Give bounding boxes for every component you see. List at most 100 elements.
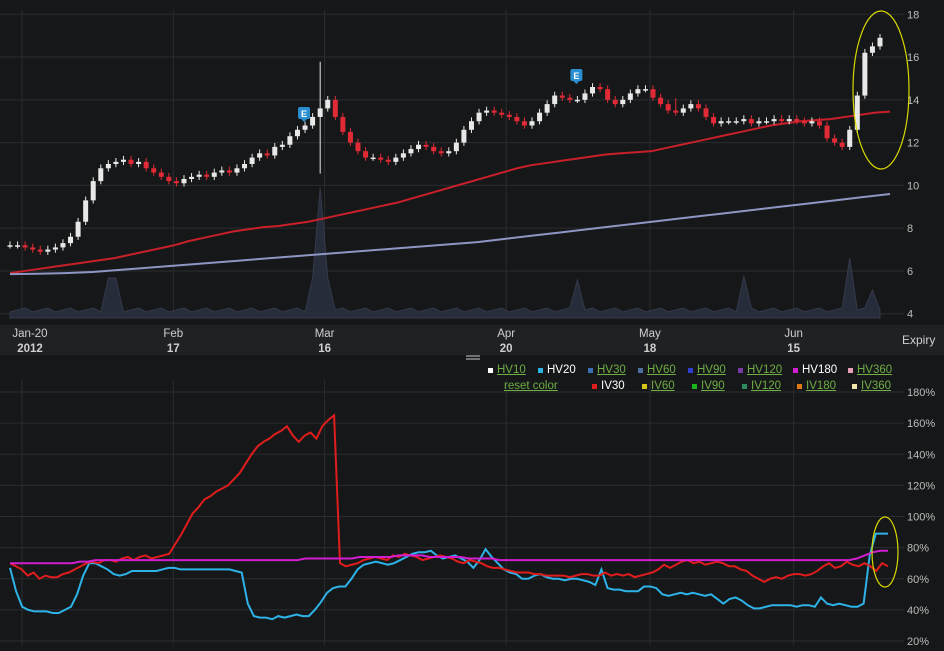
vol-y-tick-label: 140% bbox=[907, 449, 935, 461]
candle-body bbox=[786, 119, 792, 122]
candle-body bbox=[809, 121, 815, 124]
candle-body bbox=[7, 245, 13, 247]
candle-body bbox=[665, 104, 671, 111]
candle-body bbox=[590, 87, 596, 94]
x-tick-label: Jan-20 bbox=[12, 328, 47, 340]
legend-swatch bbox=[592, 384, 597, 389]
candle-body bbox=[68, 236, 74, 244]
vol-y-tick-label: 40% bbox=[907, 605, 929, 617]
x-tick-sublabel: 2012 bbox=[17, 343, 43, 355]
candle-body bbox=[537, 112, 543, 122]
legend-item-iv90[interactable]: IV90 bbox=[692, 378, 742, 394]
legend-item-hv20[interactable]: HV20 bbox=[538, 362, 588, 378]
legend-item-hv90[interactable]: HV90 bbox=[688, 362, 738, 378]
legend-item-iv360[interactable]: IV360 bbox=[852, 378, 902, 394]
candle-body bbox=[204, 174, 210, 177]
legend-item-hv30[interactable]: HV30 bbox=[588, 362, 638, 378]
legend-item-hv120[interactable]: HV120 bbox=[738, 362, 793, 378]
candle-body bbox=[196, 174, 202, 177]
reset-color-link[interactable]: reset color bbox=[504, 378, 558, 394]
candle-body bbox=[748, 119, 754, 124]
candle-body bbox=[249, 157, 255, 164]
legend-label: HV30 bbox=[597, 364, 626, 376]
candle-body bbox=[491, 110, 497, 113]
candle-body bbox=[257, 153, 263, 158]
x-tick-sublabel: 18 bbox=[644, 343, 657, 355]
x-tick-sublabel: 20 bbox=[500, 343, 513, 355]
legend-label: IV360 bbox=[861, 380, 892, 392]
candle-body bbox=[627, 93, 633, 100]
candle-body bbox=[529, 121, 535, 126]
vol-y-tick-label: 100% bbox=[907, 512, 935, 524]
price-y-tick-label: 16 bbox=[907, 52, 919, 64]
candle-body bbox=[771, 119, 777, 122]
legend-swatch bbox=[848, 368, 853, 373]
candle-body bbox=[347, 131, 353, 143]
price-y-tick-label: 12 bbox=[907, 138, 919, 150]
candle-body bbox=[869, 46, 875, 53]
x-tick-label: May bbox=[639, 328, 661, 340]
candle-body bbox=[847, 129, 853, 147]
legend-swatch bbox=[692, 384, 697, 389]
candle-body bbox=[22, 245, 28, 248]
vol-y-tick-label: 80% bbox=[907, 543, 929, 555]
legend-item-hv10[interactable]: HV10 bbox=[488, 362, 538, 378]
candle-body bbox=[166, 176, 172, 182]
legend-item-hv180[interactable]: HV180 bbox=[793, 362, 848, 378]
candle-body bbox=[60, 243, 66, 248]
legend-item-iv30[interactable]: IV30 bbox=[592, 378, 642, 394]
candle-body bbox=[45, 249, 51, 252]
x-tick-label: Apr bbox=[497, 328, 515, 340]
legend-swatch bbox=[588, 368, 593, 373]
candle-body bbox=[431, 146, 437, 152]
candle-body bbox=[211, 172, 217, 177]
candle-body bbox=[181, 178, 187, 184]
candle-body bbox=[317, 108, 323, 117]
candle-body bbox=[30, 247, 36, 250]
chart-canvas: 4681012141618EEJan-202012Feb17Mar16Apr20… bbox=[0, 0, 944, 648]
legend-hv-row: HV10 HV20 HV30 HV60 HV90 HV120 HV180 HV360 bbox=[488, 362, 898, 378]
candle-body bbox=[340, 116, 346, 132]
candle-body bbox=[695, 104, 701, 109]
legend-swatch bbox=[738, 368, 743, 373]
candle-body bbox=[136, 161, 142, 164]
legend-swatch bbox=[742, 384, 747, 389]
legend-swatch bbox=[793, 368, 798, 373]
legend-iv-items: IV30 IV60 IV90 IV120 IV180 IV360 bbox=[592, 378, 902, 394]
chart-frame: { "chart_data": [ { "type": "candlestick… bbox=[0, 0, 944, 651]
legend-item-iv120[interactable]: IV120 bbox=[742, 378, 797, 394]
legend-item-iv60[interactable]: IV60 bbox=[642, 378, 692, 394]
vol-y-tick-label: 160% bbox=[907, 418, 935, 430]
candle-body bbox=[219, 170, 225, 173]
earnings-marker-label: E bbox=[573, 71, 579, 81]
candle-body bbox=[567, 97, 573, 100]
candle-body bbox=[279, 144, 285, 147]
candle-body bbox=[574, 99, 580, 102]
vol-y-tick-label: 60% bbox=[907, 574, 929, 586]
x-tick-sublabel: 15 bbox=[787, 343, 800, 355]
candle-body bbox=[620, 99, 626, 105]
candle-body bbox=[461, 129, 467, 143]
legend-item-iv180[interactable]: IV180 bbox=[797, 378, 852, 394]
candle-body bbox=[189, 176, 195, 179]
candle-body bbox=[294, 129, 300, 137]
candle-body bbox=[98, 168, 104, 182]
candle-body bbox=[612, 99, 618, 105]
candle-body bbox=[650, 89, 656, 98]
candle-body bbox=[741, 119, 747, 122]
price-y-tick-label: 4 bbox=[907, 309, 913, 321]
price-panel-bg bbox=[0, 0, 944, 325]
candle-body bbox=[680, 108, 686, 113]
candle-body bbox=[468, 121, 474, 130]
candle-body bbox=[642, 89, 648, 91]
x-tick-sublabel: 16 bbox=[318, 343, 331, 355]
candle-body bbox=[718, 121, 724, 124]
candle-body bbox=[143, 161, 149, 169]
candle-body bbox=[514, 116, 520, 122]
candle-body bbox=[688, 104, 694, 109]
legend-item-hv360[interactable]: HV360 bbox=[848, 362, 898, 378]
candle-body bbox=[378, 157, 384, 160]
candle-body bbox=[476, 112, 482, 122]
candle-body bbox=[816, 121, 822, 126]
legend-item-hv60[interactable]: HV60 bbox=[638, 362, 688, 378]
